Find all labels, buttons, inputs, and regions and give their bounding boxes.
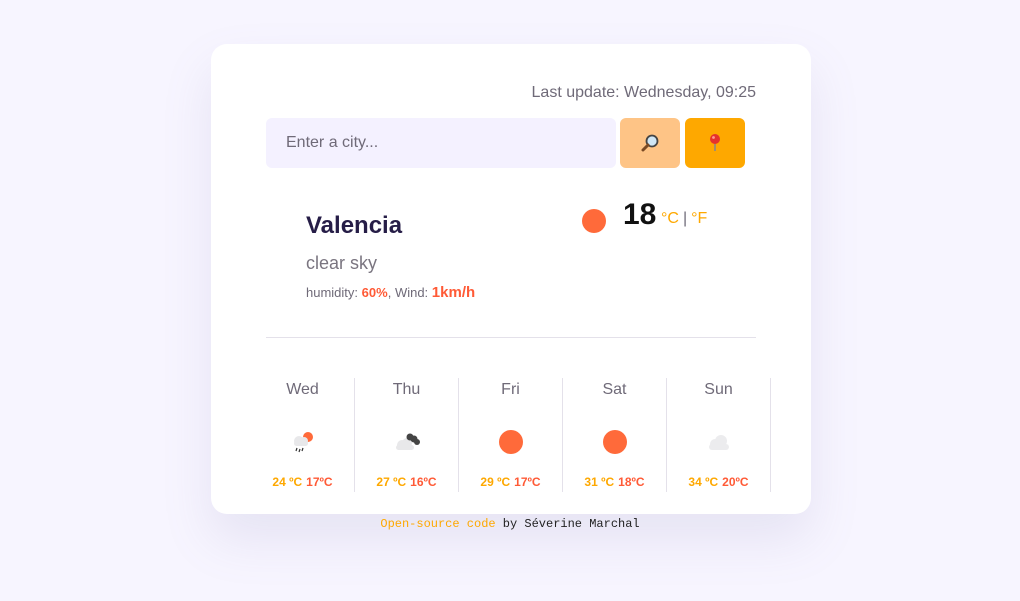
forecast-day-name: Fri — [501, 381, 520, 398]
footer: Open-source code by Séverine Marchal — [0, 517, 1020, 531]
forecast-max: 27 ºC — [376, 475, 407, 489]
forecast-day-name: Sun — [704, 381, 733, 398]
forecast-day-name: Wed — [286, 381, 319, 398]
forecast-min: 16ºC — [410, 475, 437, 489]
forecast-row: Wed 24 ºC 17ºC Thu 27 ºC 16ºC Fri 29 ºC … — [251, 378, 771, 492]
weather-details: humidity: 60%, Wind: 1km/h — [306, 284, 475, 301]
last-update: Last update: Wednesday, 09:25 — [531, 84, 756, 101]
open-source-link[interactable]: Open-source code — [380, 517, 495, 531]
forecast-temps: 29 ºC 17ºC — [459, 475, 562, 489]
forecast-temps: 27 ºC 16ºC — [355, 475, 458, 489]
sun-icon — [499, 430, 523, 454]
rain-sun-icon — [294, 432, 313, 453]
forecast-day: Thu 27 ºC 16ºC — [355, 378, 459, 492]
forecast-temps: 34 ºC 20ºC — [667, 475, 770, 489]
weather-description: clear sky — [306, 253, 378, 273]
sun-icon — [582, 209, 606, 233]
cloud-icon — [709, 435, 729, 450]
current-temperature: 18 — [623, 198, 657, 231]
humidity-label: humidity: — [306, 285, 359, 300]
fahrenheit-link[interactable]: °F — [691, 210, 707, 227]
forecast-min: 18ºC — [618, 475, 645, 489]
wind-value: 1km/h — [431, 284, 476, 301]
forecast-min: 17ºC — [514, 475, 541, 489]
forecast-day: Sun 34 ºC 20ºC — [667, 378, 771, 492]
celsius-link[interactable]: °C — [661, 210, 679, 227]
forecast-min: 17ºC — [306, 475, 333, 489]
forecast-max: 24 ºC — [272, 475, 303, 489]
city-name: Valencia — [306, 212, 403, 239]
forecast-day: Sat 31 ºC 18ºC — [563, 378, 667, 492]
humidity-value: 60% — [361, 285, 388, 300]
divider — [266, 337, 756, 338]
magnifier-icon — [641, 134, 659, 152]
details-comma: , — [387, 285, 392, 300]
forecast-day: Wed 24 ºC 17ºC — [251, 378, 355, 492]
unit-separator: | — [682, 210, 688, 227]
broken-clouds-icon — [396, 433, 420, 450]
footer-byline: by Séverine Marchal — [502, 517, 640, 531]
wind-label: Wind: — [394, 285, 429, 300]
forecast-day: Fri 29 ºC 17ºC — [459, 378, 563, 492]
city-search-input[interactable] — [266, 118, 616, 168]
forecast-day-name: Thu — [392, 381, 421, 398]
unit-switcher: °C | °F — [661, 210, 707, 228]
search-button[interactable] — [620, 118, 680, 168]
sun-icon — [603, 430, 627, 454]
pin-icon — [710, 134, 720, 151]
current-location-button[interactable] — [685, 118, 745, 168]
forecast-temps: 31 ºC 18ºC — [563, 475, 666, 489]
forecast-max: 34 ºC — [688, 475, 719, 489]
forecast-max: 31 ºC — [584, 475, 615, 489]
forecast-min: 20ºC — [722, 475, 749, 489]
forecast-day-name: Sat — [602, 381, 627, 398]
forecast-temps: 24 ºC 17ºC — [251, 475, 354, 489]
weather-card: Last update: Wednesday, 09:25 Valencia c… — [211, 44, 811, 514]
forecast-max: 29 ºC — [480, 475, 511, 489]
